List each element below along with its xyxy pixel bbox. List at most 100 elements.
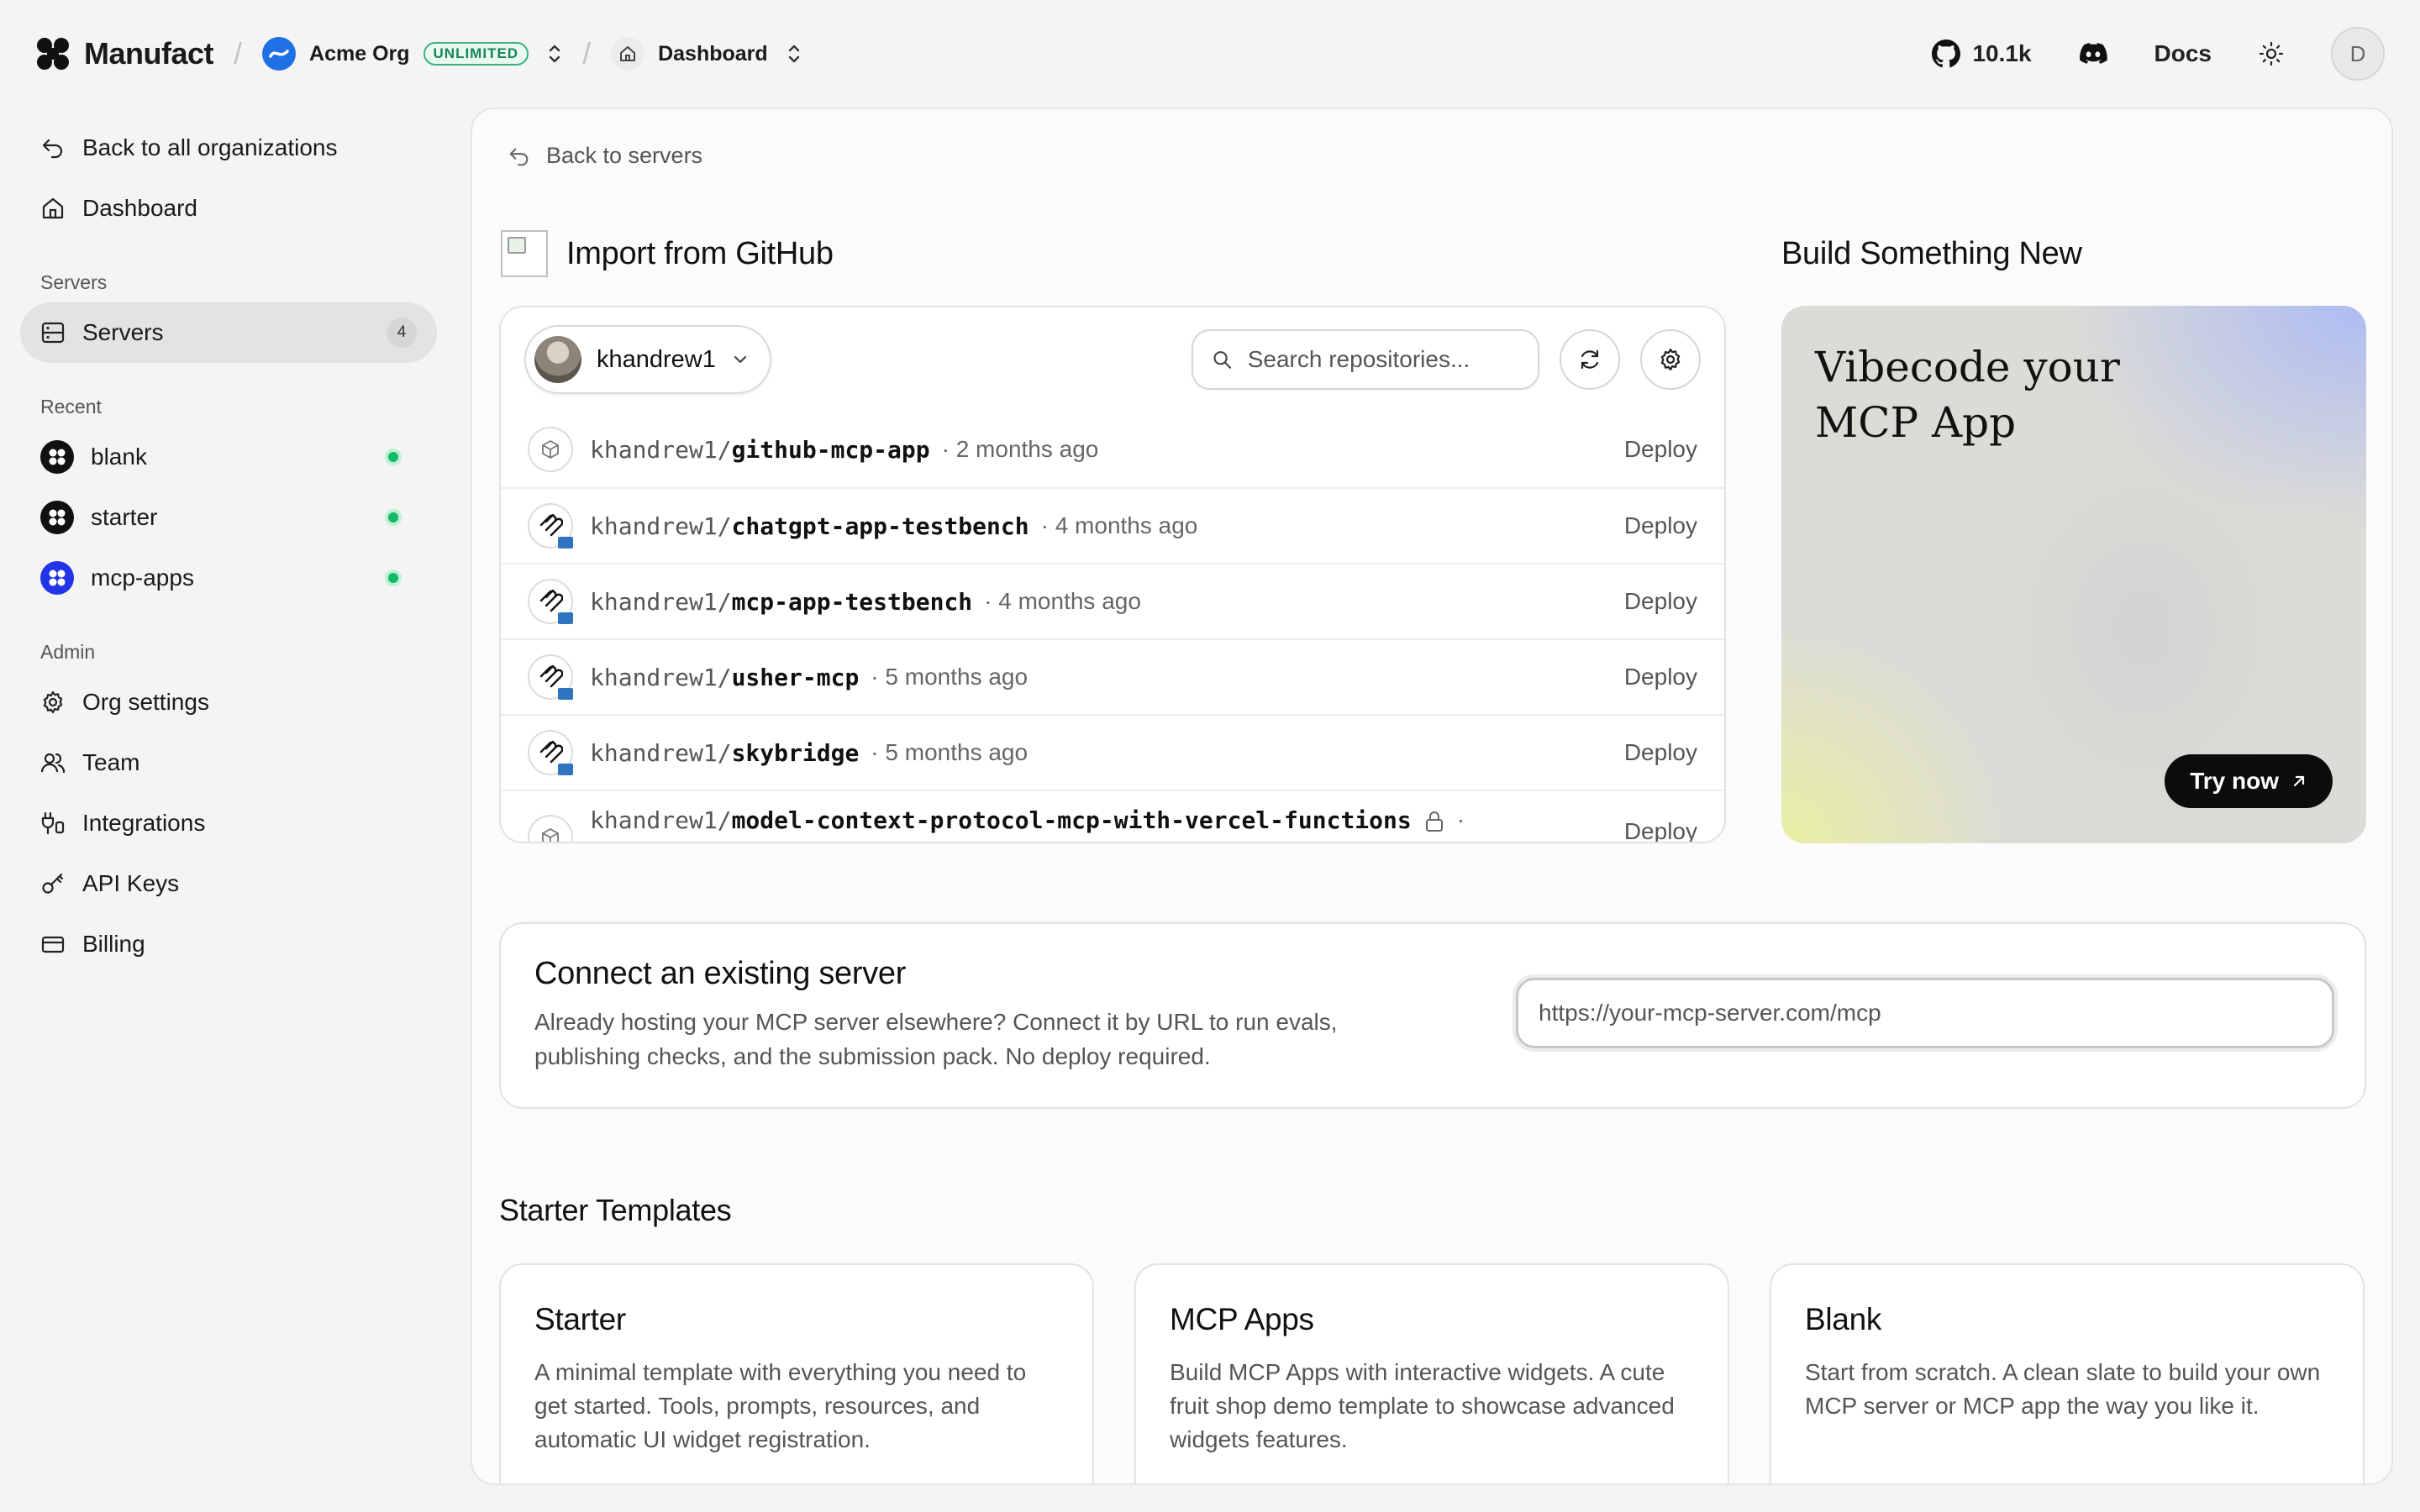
back-to-servers-link[interactable]: Back to servers [508,143,702,169]
repo-name: chatgpt-app-testbench [731,512,1029,540]
mcp-typescript-icon [528,503,573,549]
org-avatar-icon [262,37,297,71]
repo-owner: khandrew1/ [590,435,732,464]
docs-label: Docs [2154,40,2212,66]
servers-count-badge: 4 [387,318,417,348]
section-servers: Servers [40,270,108,293]
deploy-button[interactable]: Deploy [1624,512,1697,539]
server-url-input[interactable] [1539,1000,2312,1026]
search-input[interactable] [1247,346,1519,373]
theme-toggle[interactable] [2259,41,2284,66]
owner-select[interactable]: khandrew1 [524,325,771,394]
discord-link[interactable] [2079,43,2107,65]
top-bar: Manufact / Acme Org UNLIMITED / Dashboar… [0,0,2420,108]
plan-badge: UNLIMITED [423,42,529,66]
import-title: Import from GitHub [566,235,834,271]
breadcrumb-separator: / [234,36,243,71]
connect-title: Connect an existing server [534,956,907,991]
server-icon [41,322,65,344]
sidebar-item-api-keys[interactable]: API Keys [20,853,437,914]
build-title: Build Something New [1781,235,2082,271]
sidebar-item-team[interactable]: Team [20,732,437,793]
home-icon [611,37,645,71]
recent-item-starter[interactable]: starter [20,487,437,548]
repo-row[interactable]: khandrew1/ github-mcp-app · 2 months ago… [501,412,1724,487]
vibecode-promo-card[interactable]: Vibecode your MCP App Try now [1781,306,2366,843]
import-header: Import from GitHub [501,230,834,277]
repo-updated: · 5 months ago [871,664,1028,690]
sun-icon [2259,41,2284,66]
recent-item-label: blank [91,444,147,470]
deploy-button[interactable]: Deploy [1624,436,1697,463]
repo-updated: · [1456,806,1465,832]
connect-description: Already hosting your MCP server elsewher… [534,1009,1338,1069]
project-logo-icon [40,501,74,534]
promo-line-2: MCP App [1815,398,2017,447]
recent-item-mcp-apps[interactable]: mcp-apps [20,548,437,608]
chevron-down-icon [734,355,746,364]
repo-owner: khandrew1/ [590,738,732,767]
chevron-updown-icon[interactable] [547,43,562,65]
credit-card-icon [41,936,65,953]
mcp-typescript-icon [528,654,573,700]
chevron-updown-icon[interactable] [786,43,802,65]
repo-row[interactable]: khandrew1/ mcp-app-testbench · 4 months … [501,563,1724,638]
sidebar-item-org-settings[interactable]: Org settings [20,672,437,732]
repo-search[interactable] [1192,329,1539,390]
repo-row[interactable]: khandrew1/ skybridge · 5 months ago Depl… [501,714,1724,790]
main-panel: Back to servers Import from GitHub khand… [471,108,2393,1485]
users-icon [40,753,66,774]
arrow-up-right-icon [2293,775,2305,787]
breadcrumb-separator: / [582,36,592,71]
repo-row[interactable]: khandrew1/ model-context-protocol-mcp-wi… [501,790,1724,842]
deploy-button[interactable]: Deploy [1624,739,1697,766]
sidebar-item-label: Servers [82,319,164,345]
back-arrow-icon [509,148,529,165]
template-name: MCP Apps [1170,1302,1314,1336]
recent-item-blank[interactable]: blank [20,427,437,487]
template-card-mcp-apps[interactable]: MCP Apps Build MCP Apps with interactive… [1134,1263,1729,1483]
sidebar-item-integrations[interactable]: Integrations [20,793,437,853]
promo-line-1: Vibecode your [1815,343,2120,391]
mcp-typescript-icon [528,579,573,624]
settings-button[interactable] [1640,329,1701,390]
sidebar-item-dashboard[interactable]: Dashboard [20,178,437,239]
lock-icon [1425,811,1443,832]
docs-link[interactable]: Docs [2154,40,2212,67]
brand[interactable]: Manufact [35,36,214,71]
org-switcher[interactable]: Acme Org UNLIMITED [262,37,562,71]
refresh-button[interactable] [1560,329,1620,390]
gear-icon [1660,348,1681,371]
repo-name: usher-mcp [731,663,860,691]
sidebar-item-label: Billing [82,931,145,957]
server-url-field[interactable] [1516,978,2334,1048]
repo-row[interactable]: khandrew1/ chatgpt-app-testbench · 4 mon… [501,487,1724,563]
template-card-starter[interactable]: Starter A minimal template with everythi… [499,1263,1094,1483]
repo-row[interactable]: khandrew1/ usher-mcp · 5 months ago Depl… [501,638,1724,714]
user-avatar[interactable]: D [2331,27,2385,81]
repo-list: khandrew1/ github-mcp-app · 2 months ago… [501,412,1724,842]
sidebar-item-servers[interactable]: Servers 4 [20,302,437,363]
repo-owner: khandrew1/ [590,512,732,540]
template-card-blank[interactable]: Blank Start from scratch. A clean slate … [1770,1263,2365,1483]
deploy-button[interactable]: Deploy [1624,664,1697,690]
manufact-logo-icon [37,38,69,70]
brand-name: Manufact [84,36,214,71]
sidebar-item-label: Integrations [82,810,206,836]
github-link[interactable]: 10.1k [1932,39,2032,68]
repo-toolbar: khandrew1 [501,307,1724,412]
sidebar-item-billing[interactable]: Billing [20,914,437,974]
recent-item-label: starter [91,504,158,530]
key-icon [42,873,64,894]
templates-title: Starter Templates [499,1193,732,1227]
deploy-button[interactable]: Deploy [1624,818,1697,842]
deploy-button[interactable]: Deploy [1624,588,1697,615]
back-to-organizations-link[interactable]: Back to all organizations [20,118,437,178]
try-now-button[interactable]: Try now [2165,754,2333,808]
project-logo-icon [40,440,74,474]
package-icon [528,815,573,842]
promo-headline: Vibecode your MCP App [1815,339,2120,450]
template-description: Build MCP Apps with interactive widgets.… [1170,1359,1675,1452]
repo-owner: khandrew1/ [590,663,732,691]
page-switcher[interactable]: Dashboard [611,37,802,71]
